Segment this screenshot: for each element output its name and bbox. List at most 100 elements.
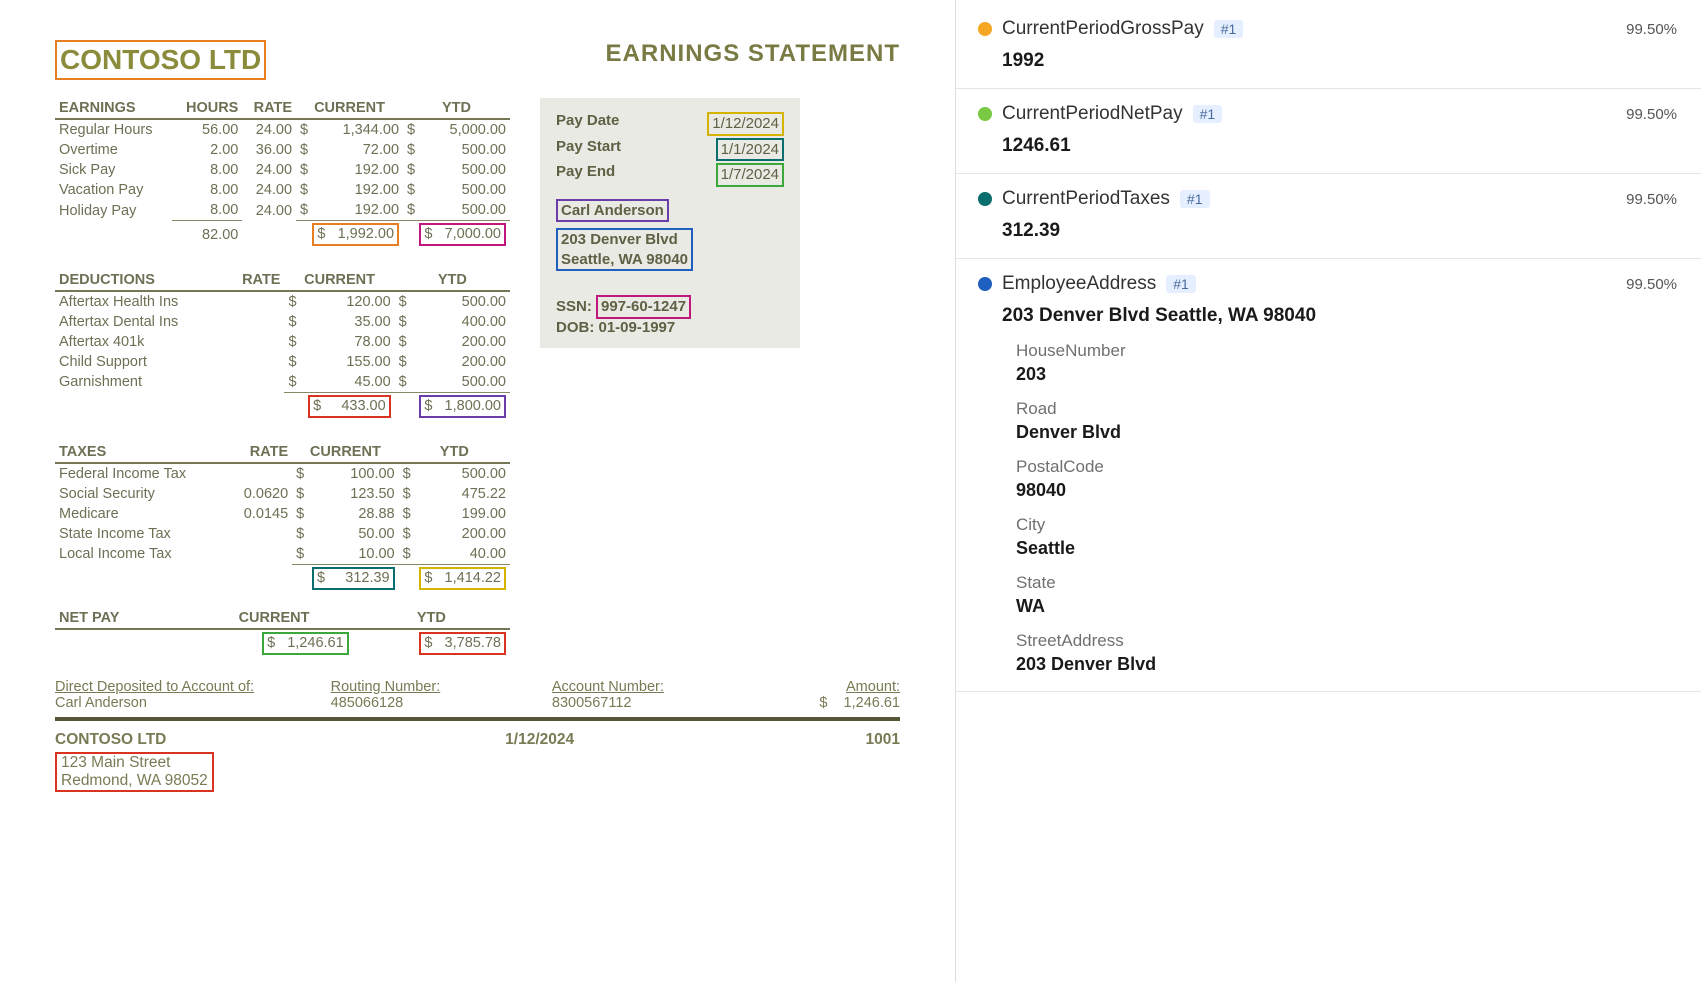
table-row: Regular Hours56.0024.00$1,344.00$5,000.0…: [55, 119, 510, 140]
earnings-total-current: $ 1,992.00: [312, 223, 399, 246]
field-name: CurrentPeriodTaxes: [1002, 188, 1170, 210]
table-row: Medicare0.0145$28.88$199.00: [55, 504, 510, 524]
subfield-value: Seattle: [1016, 538, 1677, 559]
table-row: Aftertax Dental Ins$35.00$400.00: [55, 312, 510, 332]
dob: DOB: 01-09-1997: [556, 319, 784, 336]
taxes-total-ytd: $ 1,414.22: [419, 567, 506, 590]
taxes-header: TAXES: [55, 442, 219, 463]
netpay-current: $ 1,246.61: [262, 632, 349, 655]
col-ytd: YTD: [353, 608, 510, 629]
netpay-ytd: $ 3,785.78: [419, 632, 506, 655]
col-current: CURRENT: [195, 608, 352, 629]
table-row: Sick Pay8.0024.00$192.00$500.00: [55, 160, 510, 180]
footer-date: 1/12/2024: [505, 731, 574, 792]
deductions-header: DEDUCTIONS: [55, 270, 216, 291]
account-number: 8300567112: [552, 695, 733, 711]
table-row: Holiday Pay8.0024.00$192.00$500.00: [55, 200, 510, 221]
instance-badge: #1: [1166, 275, 1196, 293]
bank-info: Direct Deposited to Account of: Carl And…: [55, 679, 900, 721]
employee-address: 203 Denver Blvd Seattle, WA 98040: [556, 228, 693, 271]
table-row: Local Income Tax$10.00$40.00: [55, 544, 510, 565]
instance-badge: #1: [1193, 105, 1223, 123]
amount-label: Amount:: [773, 679, 900, 695]
confidence: 99.50%: [1626, 21, 1677, 38]
pay-end: 1/7/2024: [716, 163, 784, 187]
employee-name: Carl Anderson: [556, 199, 669, 223]
earnings-header: EARNINGS: [55, 98, 172, 119]
col-ytd: YTD: [395, 270, 510, 291]
deductions-total-current: $ 433.00: [308, 395, 391, 418]
color-dot-icon: [978, 107, 992, 121]
subfield-label: Road: [1016, 399, 1677, 419]
col-ytd: YTD: [403, 98, 510, 119]
earnings-table: EARNINGS HOURS RATE CURRENT YTD Regular …: [55, 98, 510, 248]
taxes-table: TAXES RATE CURRENT YTD Federal Income Ta…: [55, 442, 510, 592]
col-rate: RATE: [226, 270, 285, 291]
deposit-name: Carl Anderson: [55, 695, 291, 711]
confidence: 99.50%: [1626, 191, 1677, 208]
subfield-label: PostalCode: [1016, 457, 1677, 477]
instance-badge: #1: [1180, 190, 1210, 208]
footer-company: CONTOSO LTD: [55, 731, 214, 749]
col-current: CURRENT: [284, 270, 394, 291]
subfield-label: HouseNumber: [1016, 341, 1677, 361]
earnings-total-ytd: $ 7,000.00: [419, 223, 506, 246]
netpay-table: NET PAY CURRENT YTD $ 1,246.61 $ 3,785.7…: [55, 608, 510, 657]
pay-start: 1/1/2024: [716, 138, 784, 162]
company-title: CONTOSO LTD: [55, 40, 266, 80]
amount: $ 1,246.61: [773, 695, 900, 711]
deductions-table: DEDUCTIONS RATE CURRENT YTD Aftertax Hea…: [55, 270, 510, 420]
field-value: 203 Denver Blvd Seattle, WA 98040: [1002, 305, 1677, 327]
employee-info-box: Pay Date1/12/2024 Pay Start1/1/2024 Pay …: [540, 98, 800, 348]
confidence: 99.50%: [1626, 106, 1677, 123]
color-dot-icon: [978, 22, 992, 36]
col-current: CURRENT: [296, 98, 403, 119]
deposit-label: Direct Deposited to Account of:: [55, 679, 291, 695]
col-rate: RATE: [229, 442, 293, 463]
instance-badge: #1: [1214, 20, 1244, 38]
footer-address: 123 Main Street Redmond, WA 98052: [55, 752, 214, 792]
field-name: CurrentPeriodNetPay: [1002, 103, 1183, 125]
subfield-value: 203: [1016, 364, 1677, 385]
table-row: Child Support$155.00$200.00: [55, 352, 510, 372]
table-row: Social Security0.0620$123.50$475.22: [55, 484, 510, 504]
pay-date: 1/12/2024: [707, 112, 784, 136]
ssn: 997-60-1247: [596, 295, 691, 319]
extracted-field[interactable]: CurrentPeriodGrossPay #1 99.50% 1992: [956, 4, 1701, 89]
subfield-label: City: [1016, 515, 1677, 535]
field-value: 312.39: [1002, 220, 1677, 242]
subfield-value: Denver Blvd: [1016, 422, 1677, 443]
pay-date-label: Pay Date: [556, 112, 619, 136]
col-ytd: YTD: [399, 442, 510, 463]
ssn-label: SSN:: [556, 298, 592, 315]
col-hours: HOURS: [172, 98, 242, 119]
table-row: Vacation Pay8.0024.00$192.00$500.00: [55, 180, 510, 200]
col-current: CURRENT: [292, 442, 398, 463]
field-name: CurrentPeriodGrossPay: [1002, 18, 1204, 40]
table-row: Garnishment$45.00$500.00: [55, 372, 510, 393]
field-name: EmployeeAddress: [1002, 273, 1156, 295]
color-dot-icon: [978, 192, 992, 206]
document-viewer: CONTOSO LTD EARNINGS STATEMENT EARNINGS …: [0, 0, 955, 982]
table-row: Aftertax 401k$78.00$200.00: [55, 332, 510, 352]
netpay-header: NET PAY: [55, 608, 169, 629]
col-rate: RATE: [242, 98, 296, 119]
routing-number: 485066128: [331, 695, 512, 711]
extraction-panel[interactable]: CurrentPeriodGrossPay #1 99.50% 1992 Cur…: [955, 0, 1701, 982]
statement-title: EARNINGS STATEMENT: [606, 40, 900, 68]
subfield-label: State: [1016, 573, 1677, 593]
footer: CONTOSO LTD 123 Main Street Redmond, WA …: [55, 731, 900, 792]
subfield-label: StreetAddress: [1016, 631, 1677, 651]
routing-label: Routing Number:: [331, 679, 512, 695]
extracted-field[interactable]: CurrentPeriodNetPay #1 99.50% 1246.61: [956, 89, 1701, 174]
footer-number: 1001: [866, 731, 900, 792]
earnings-total-hours: 82.00: [172, 221, 242, 248]
deductions-total-ytd: $ 1,800.00: [419, 395, 506, 418]
table-row: Federal Income Tax$100.00$500.00: [55, 463, 510, 484]
pay-start-label: Pay Start: [556, 138, 621, 162]
table-row: State Income Tax$50.00$200.00: [55, 524, 510, 544]
subfield-value: 98040: [1016, 480, 1677, 501]
subfield-value: WA: [1016, 596, 1677, 617]
extracted-field[interactable]: CurrentPeriodTaxes #1 99.50% 312.39: [956, 174, 1701, 259]
extracted-field[interactable]: EmployeeAddress #1 99.50% 203 Denver Blv…: [956, 259, 1701, 692]
